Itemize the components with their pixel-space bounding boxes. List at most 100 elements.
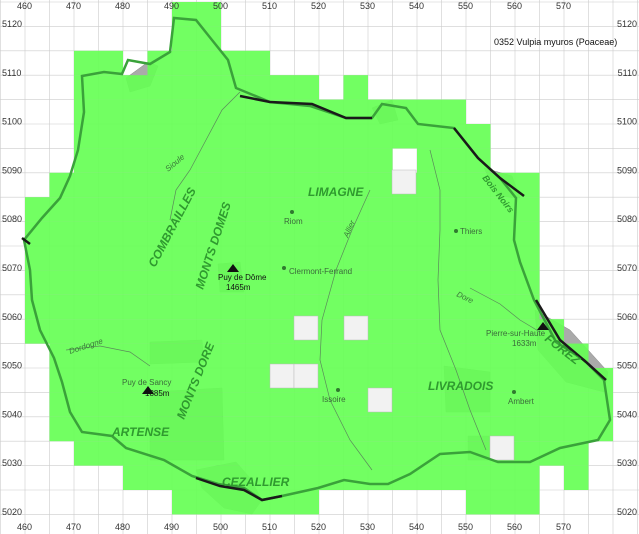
presence-cell (221, 490, 246, 515)
presence-cell (515, 294, 540, 320)
presence-cell (515, 197, 540, 222)
presence-cell (417, 343, 442, 368)
presence-cell (319, 221, 344, 246)
presence-cell (466, 124, 491, 149)
presence-cell (515, 490, 540, 515)
presence-cell (49, 416, 74, 442)
y-tick-right: 5040 (617, 409, 637, 419)
presence-cell (392, 368, 417, 393)
y-tick-left: 5090 (2, 165, 22, 175)
presence-cell (319, 441, 344, 466)
presence-cell (74, 441, 99, 466)
presence-cell (74, 246, 99, 271)
presence-cell (147, 343, 172, 368)
x-tick-bottom: 530 (360, 522, 375, 532)
presence-cell (123, 99, 148, 124)
x-tick-top: 560 (507, 1, 522, 11)
presence-cell (417, 246, 442, 271)
presence-cell (392, 99, 417, 124)
presence-cell (539, 368, 564, 393)
presence-cell (172, 490, 197, 515)
y-tick-right: 5060 (617, 312, 637, 322)
presence-cell (368, 197, 393, 222)
presence-cell (441, 99, 466, 124)
presence-cell (441, 416, 466, 442)
presence-cell (98, 148, 123, 173)
presence-cell (294, 294, 319, 320)
presence-cell (466, 197, 491, 222)
presence-cell (417, 294, 442, 320)
presence-cell (172, 343, 197, 368)
presence-cell (245, 441, 270, 466)
y-tick-left: 5050 (2, 361, 22, 371)
presence-cell (172, 75, 197, 100)
x-tick-bottom: 510 (262, 522, 277, 532)
y-tick-right: 5020 (617, 507, 637, 517)
presence-cell (417, 99, 442, 124)
presence-cell (98, 172, 123, 198)
presence-cell (221, 368, 246, 393)
presence-cell (221, 148, 246, 173)
presence-cell (245, 294, 270, 320)
presence-cell (196, 441, 221, 466)
presence-cell (74, 416, 99, 442)
presence-cell (172, 441, 197, 466)
presence-cell (98, 392, 123, 417)
presence-cell (343, 124, 368, 149)
presence-cell (270, 416, 295, 442)
presence-cell (98, 246, 123, 271)
x-tick-bottom: 460 (17, 522, 32, 532)
presence-cell (392, 246, 417, 271)
presence-cell (49, 270, 74, 295)
presence-cell (123, 392, 148, 417)
presence-cell (221, 441, 246, 466)
place-riom: Riom (284, 217, 303, 226)
presence-cell (270, 124, 295, 149)
region-artense: ARTENSE (111, 425, 170, 439)
presence-cell (147, 270, 172, 295)
presence-cell (74, 270, 99, 295)
presence-cell (417, 221, 442, 246)
presence-cell (270, 294, 295, 320)
place-ambert: Ambert (508, 397, 535, 406)
presence-cell (196, 50, 221, 76)
presence-cell (490, 465, 515, 490)
presence-cell (196, 172, 221, 198)
presence-cell (98, 343, 123, 368)
presence-cell (392, 319, 417, 344)
presence-cell (123, 148, 148, 173)
presence-cell (515, 465, 540, 490)
presence-cell (172, 294, 197, 320)
y-tick-right: 5110 (618, 68, 637, 78)
presence-cell (221, 416, 246, 442)
presence-cell (294, 148, 319, 173)
presence-cell (417, 416, 442, 442)
presence-cell (490, 246, 515, 271)
presence-cell (343, 148, 368, 173)
presence-cell (343, 75, 368, 100)
presence-cell (98, 75, 123, 100)
region-cezallier: CEZALLIER (222, 475, 290, 489)
presence-cell (74, 99, 99, 124)
presence-cell (74, 368, 99, 393)
presence-cell (221, 294, 246, 320)
presence-cell (98, 368, 123, 393)
presence-cell (539, 416, 564, 442)
presence-cell (368, 441, 393, 466)
y-tick-right: 5100 (617, 117, 637, 127)
presence-cell (49, 246, 74, 271)
presence-cell (343, 465, 368, 490)
presence-cell (74, 294, 99, 320)
presence-cell (368, 246, 393, 271)
y-tick-right: 5030 (617, 458, 637, 468)
presence-cell (98, 221, 123, 246)
presence-cell (466, 343, 491, 368)
presence-cell (221, 172, 246, 198)
presence-cell (539, 392, 564, 417)
presence-cell (294, 75, 319, 100)
y-tick-left: 5040 (2, 409, 22, 419)
presence-cell (392, 270, 417, 295)
presence-cell (294, 465, 319, 490)
presence-cell (392, 343, 417, 368)
y-tick-right: 5090 (617, 165, 637, 175)
